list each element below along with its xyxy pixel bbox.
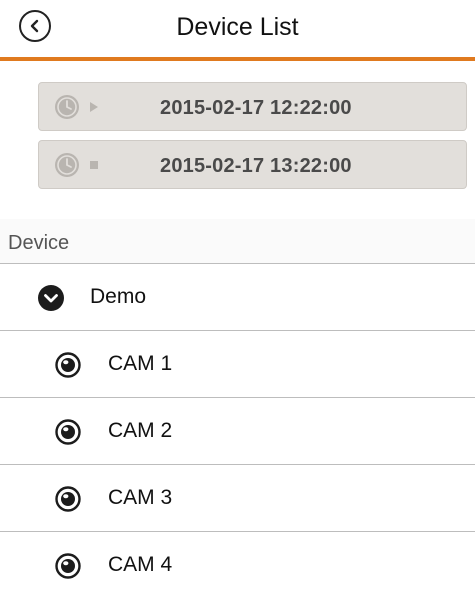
play-icon xyxy=(90,102,98,112)
clock-icon xyxy=(55,95,79,119)
end-time-value: 2015-02-17 13:22:00 xyxy=(160,155,352,177)
camera-radio-icon xyxy=(55,486,81,512)
camera-label: CAM 1 xyxy=(108,352,173,375)
section-label: Device xyxy=(8,232,70,254)
device-group-label: Demo xyxy=(90,285,147,308)
start-time-field[interactable]: 2015-02-17 12:22:00 xyxy=(38,82,467,131)
camera-item-cam-1[interactable]: CAM 1 xyxy=(0,331,475,398)
end-time-field[interactable]: 2015-02-17 13:22:00 xyxy=(38,140,467,189)
device-group-demo[interactable]: Demo xyxy=(0,264,475,331)
camera-label: CAM 3 xyxy=(108,486,173,509)
chevron-down-circle-icon xyxy=(38,285,64,311)
camera-radio-icon xyxy=(55,553,81,579)
start-time-value: 2015-02-17 12:22:00 xyxy=(160,97,352,119)
page-title: Device List xyxy=(176,13,299,41)
camera-radio-icon xyxy=(55,419,81,445)
camera-label: CAM 2 xyxy=(108,419,173,442)
camera-radio-icon xyxy=(55,352,81,378)
camera-label: CAM 4 xyxy=(108,553,173,576)
device-section-header: Device xyxy=(0,219,475,264)
camera-item-cam-3[interactable]: CAM 3 xyxy=(0,465,475,532)
camera-item-cam-2[interactable]: CAM 2 xyxy=(0,398,475,465)
camera-item-cam-4[interactable]: CAM 4 xyxy=(0,532,475,599)
header-accent-divider xyxy=(0,57,475,61)
stop-icon xyxy=(90,161,98,169)
header-bar: Device List xyxy=(0,0,475,58)
clock-icon xyxy=(55,153,79,177)
